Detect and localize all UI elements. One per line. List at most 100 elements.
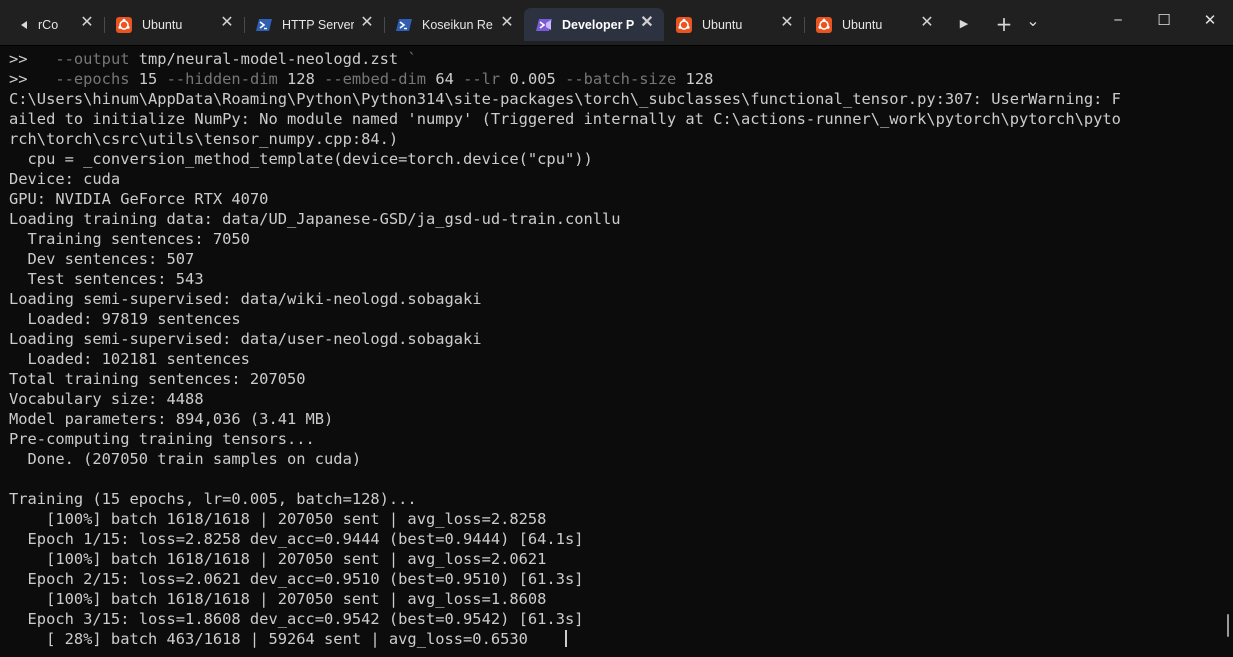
ubuntu-icon xyxy=(816,17,832,33)
output-text: tmp/neural-model-neologd.zst xyxy=(129,50,408,68)
tab-label: Ubuntu xyxy=(842,18,883,32)
terminal-line: Epoch 3/15: loss=1.8608 dev_acc=0.9542 (… xyxy=(9,609,1121,629)
output-text: [ 28%] batch 463/1618 | 59264 sent | avg… xyxy=(9,630,565,648)
output-text: Epoch 2/15: loss=2.0621 dev_acc=0.9510 (… xyxy=(9,570,584,588)
tab-5[interactable]: Developer P ✕ xyxy=(524,8,664,41)
command-flag: --hidden-dim xyxy=(166,70,278,88)
terminal-line: Loaded: 102181 sentences xyxy=(9,349,1121,369)
terminal-line: [100%] batch 1618/1618 | 207050 sent | a… xyxy=(9,549,1121,569)
output-text: 15 xyxy=(129,70,167,88)
terminal-line: Device: cuda xyxy=(9,169,1121,189)
tab-7[interactable]: Ubuntu ✕ xyxy=(804,8,944,41)
terminal-output: >> --output tmp/neural-model-neologd.zst… xyxy=(9,49,1121,649)
powershell-icon xyxy=(256,17,272,33)
terminal-line: Vocabulary size: 4488 xyxy=(9,389,1121,409)
tab-bar: rCo ✕ Ubuntu ✕ HTTP Server ✕ Koseikun Re ✕ Devel… xyxy=(0,0,1233,46)
tab-1[interactable]: rCo ✕ xyxy=(8,8,104,41)
new-tab-button[interactable]: + xyxy=(990,10,1018,38)
terminal-line: Total training sentences: 207050 xyxy=(9,369,1121,389)
output-text: Dev sentences: 507 xyxy=(9,250,195,268)
output-text: [100%] batch 1618/1618 | 207050 sent | a… xyxy=(9,510,547,528)
output-text: Test sentences: 543 xyxy=(9,270,204,288)
scroll-left-icon xyxy=(16,17,32,33)
terminal-line: rch\torch\csrc\utils\tensor_numpy.cpp:84… xyxy=(9,129,1121,149)
output-text: Training sentences: 7050 xyxy=(9,230,250,248)
terminal-line: C:\Users\hinum\AppData\Roaming\Python\Py… xyxy=(9,89,1121,109)
output-text: Training (15 epochs, lr=0.005, batch=128… xyxy=(9,490,417,508)
tab-close-button[interactable]: ✕ xyxy=(780,15,794,31)
output-text: Done. (207050 train samples on cuda) xyxy=(9,450,362,468)
scrollbar-thumb[interactable] xyxy=(1227,614,1229,637)
terminal-line: Model parameters: 894,036 (3.41 MB) xyxy=(9,409,1121,429)
command-flag: ` xyxy=(407,50,417,68)
tab-close-button[interactable]: ✕ xyxy=(500,15,514,31)
terminal-line: [ 28%] batch 463/1618 | 59264 sent | avg… xyxy=(9,629,1121,649)
terminal-line: [100%] batch 1618/1618 | 207050 sent | a… xyxy=(9,509,1121,529)
minimize-button[interactable]: ─ xyxy=(1095,0,1141,40)
terminal-line: >> --epochs 15 --hidden-dim 128 --embed-… xyxy=(9,69,1121,89)
terminal-line: Training (15 epochs, lr=0.005, batch=128… xyxy=(9,489,1121,509)
output-text: 0.005 xyxy=(500,70,566,88)
developer-powershell-icon xyxy=(536,17,552,33)
text-cursor xyxy=(564,630,567,647)
output-text: Epoch 1/15: loss=2.8258 dev_acc=0.9444 (… xyxy=(9,530,584,548)
output-text: C:\Users\hinum\AppData\Roaming\Python\Py… xyxy=(9,90,1121,108)
tab-label: Ubuntu xyxy=(142,18,183,32)
terminal-line: >> --output tmp/neural-model-neologd.zst… xyxy=(9,49,1121,69)
tab-2[interactable]: Ubuntu ✕ xyxy=(104,8,244,41)
ubuntu-icon xyxy=(116,17,132,33)
tab-close-button[interactable]: ✕ xyxy=(360,15,374,31)
window-close-button[interactable]: ✕ xyxy=(1187,0,1233,40)
tab-label: Ubuntu xyxy=(702,18,743,32)
output-text: Total training sentences: 207050 xyxy=(9,370,306,388)
output-text: Epoch 3/15: loss=1.8608 dev_acc=0.9542 (… xyxy=(9,610,584,628)
terminal-line: Pre-computing training tensors... xyxy=(9,429,1121,449)
tab-close-button[interactable]: ✕ xyxy=(220,15,234,31)
command-flag: --embed-dim xyxy=(324,70,427,88)
output-text: Vocabulary size: 4488 xyxy=(9,390,204,408)
terminal-line: Loading training data: data/UD_Japanese-… xyxy=(9,209,1121,229)
terminal-line: [100%] batch 1618/1618 | 207050 sent | a… xyxy=(9,589,1121,609)
tab-4[interactable]: Koseikun Re ✕ xyxy=(384,8,524,41)
terminal-line: Done. (207050 train samples on cuda) xyxy=(9,449,1121,469)
tab-close-button[interactable]: ✕ xyxy=(80,15,94,31)
output-text: GPU: NVIDIA GeForce RTX 4070 xyxy=(9,190,269,208)
terminal-line: Epoch 2/15: loss=2.0621 dev_acc=0.9510 (… xyxy=(9,569,1121,589)
tab-label: rCo xyxy=(38,18,59,32)
tab-dropdown-button[interactable]: ⌄ xyxy=(1020,10,1046,38)
tab-3[interactable]: HTTP Server ✕ xyxy=(244,8,384,41)
output-text: rch\torch\csrc\utils\tensor_numpy.cpp:84… xyxy=(9,130,399,148)
terminal-line: Loading semi-supervised: data/user-neolo… xyxy=(9,329,1121,349)
output-text: 64 xyxy=(426,70,464,88)
terminal-line: Test sentences: 543 xyxy=(9,269,1121,289)
powershell-icon xyxy=(396,17,412,33)
ubuntu-icon xyxy=(676,17,692,33)
output-text: Loading semi-supervised: data/user-neolo… xyxy=(9,330,482,348)
tab-6[interactable]: Ubuntu ✕ xyxy=(664,8,804,41)
output-text: 128 xyxy=(676,70,714,88)
output-text: Pre-computing training tensors... xyxy=(9,430,315,448)
terminal-line: Dev sentences: 507 xyxy=(9,249,1121,269)
tab-close-button[interactable]: ✕ xyxy=(920,15,934,31)
maximize-button[interactable]: ☐ xyxy=(1141,0,1187,40)
output-text: >> xyxy=(9,70,56,88)
tab-scroll-right-button[interactable]: ▶ xyxy=(951,10,977,38)
terminal-line: Epoch 1/15: loss=2.8258 dev_acc=0.9444 (… xyxy=(9,529,1121,549)
output-text: Loaded: 102181 sentences xyxy=(9,350,250,368)
output-text: >> xyxy=(9,50,56,68)
tab-label: HTTP Server xyxy=(282,18,354,32)
tab-close-button[interactable]: ✕ xyxy=(640,15,654,31)
terminal-line: Training sentences: 7050 xyxy=(9,229,1121,249)
command-flag: --lr xyxy=(463,70,501,88)
output-text: Loaded: 97819 sentences xyxy=(9,310,241,328)
terminal-line: GPU: NVIDIA GeForce RTX 4070 xyxy=(9,189,1121,209)
terminal-pane[interactable]: >> --output tmp/neural-model-neologd.zst… xyxy=(0,46,1233,657)
terminal-line: Loading semi-supervised: data/wiki-neolo… xyxy=(9,289,1121,309)
output-text: Loading semi-supervised: data/wiki-neolo… xyxy=(9,290,482,308)
output-text: Model parameters: 894,036 (3.41 MB) xyxy=(9,410,334,428)
command-flag: --batch-size xyxy=(565,70,677,88)
output-text: ailed to initialize NumPy: No module nam… xyxy=(9,110,1121,128)
command-flag: --output xyxy=(55,50,130,68)
output-text: [100%] batch 1618/1618 | 207050 sent | a… xyxy=(9,550,547,568)
